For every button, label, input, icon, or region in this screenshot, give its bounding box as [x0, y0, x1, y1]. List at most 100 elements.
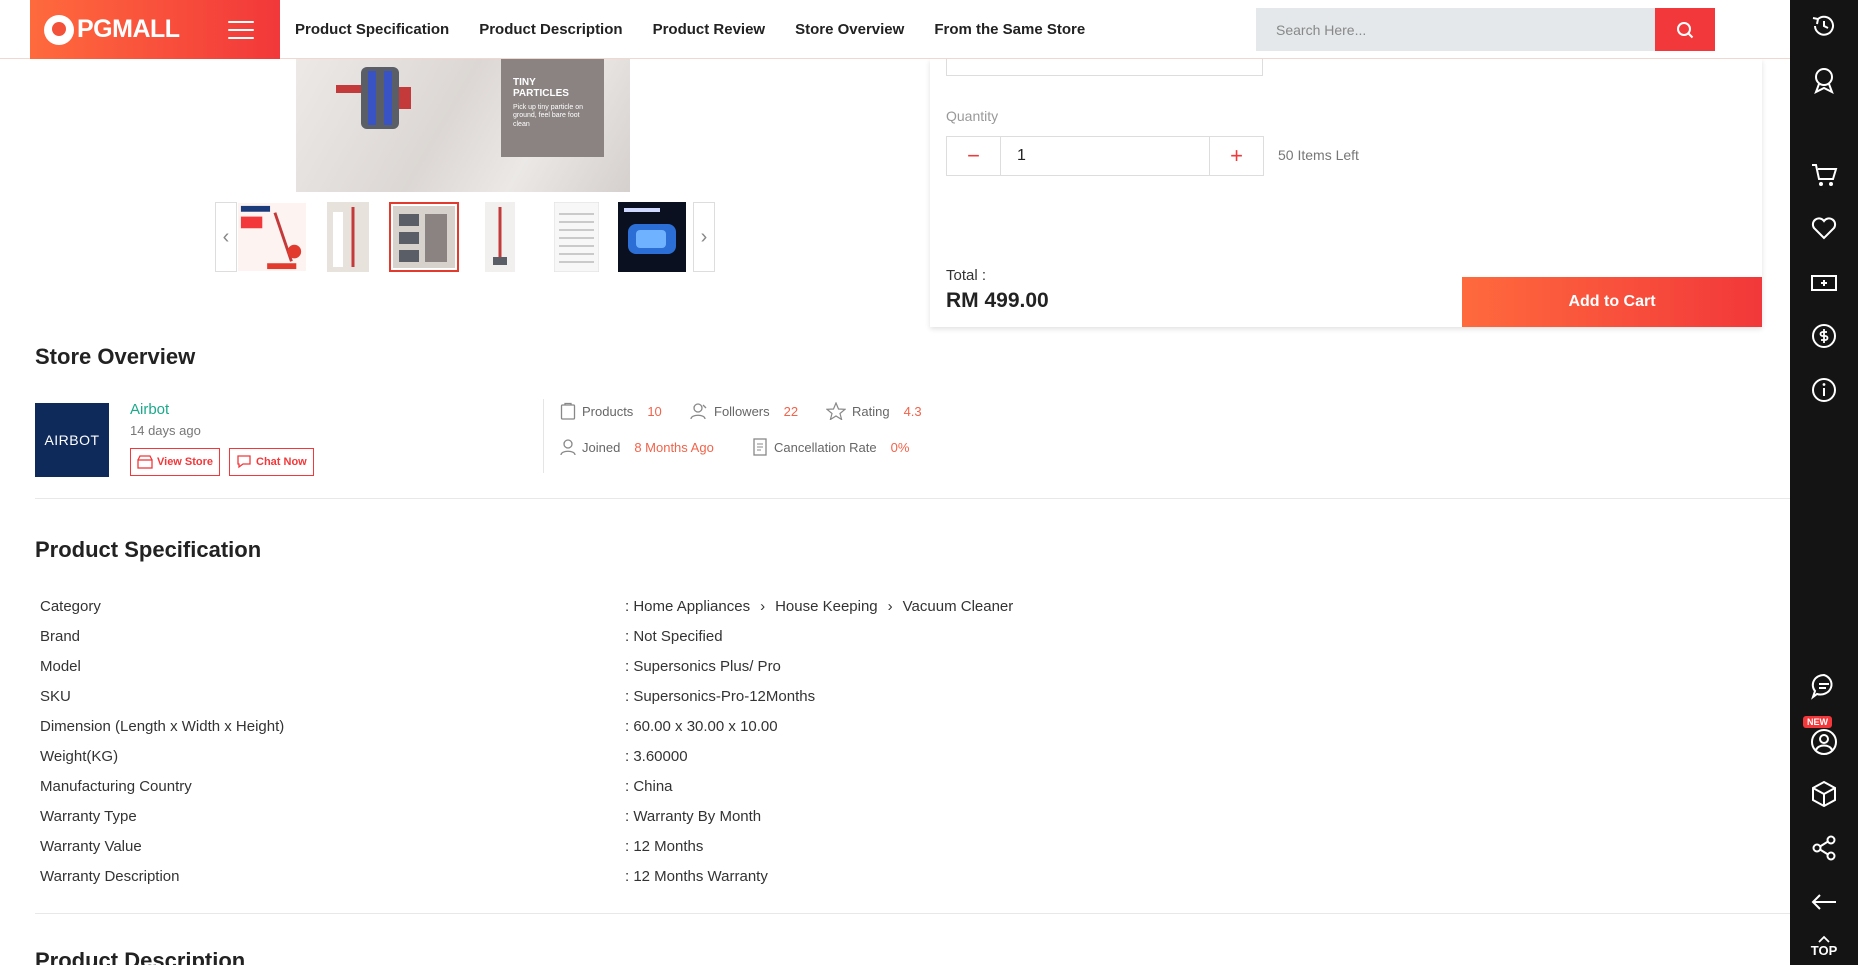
- thumbnail-image: [327, 202, 369, 272]
- spec-row: Warranty Description : 12 Months Warrant…: [40, 868, 1440, 888]
- logo-mark-icon: [44, 14, 74, 45]
- stat-joined: Joined 8 Months Ago: [560, 438, 714, 456]
- spec-value: : Warranty By Month: [625, 808, 762, 825]
- search-input[interactable]: [1256, 8, 1655, 51]
- spec-value: : Supersonics-Pro-12Months: [625, 688, 816, 705]
- store-name-link[interactable]: Airbot: [130, 401, 169, 418]
- chat-now-label: Chat Now: [256, 456, 307, 468]
- chevron-up-icon: [1818, 935, 1830, 943]
- nav-product-specification[interactable]: Product Specification: [295, 21, 449, 38]
- cart-icon[interactable]: [1808, 159, 1840, 191]
- spec-key: Warranty Value: [40, 838, 142, 855]
- spec-key: Warranty Description: [40, 868, 180, 885]
- variant-select[interactable]: [946, 59, 1263, 76]
- spec-key: Category: [40, 598, 101, 615]
- spec-value: : Not Specified: [625, 628, 723, 645]
- category-link[interactable]: Vacuum Cleaner: [903, 598, 1014, 615]
- store-overview-title: Store Overview: [35, 344, 196, 369]
- thumbnail[interactable]: [313, 202, 383, 272]
- heart-icon[interactable]: [1808, 212, 1840, 244]
- view-store-button[interactable]: View Store: [130, 448, 221, 476]
- category-breadcrumb: : Home Appliances › House Keeping › Vacuum C…: [625, 598, 1014, 615]
- spec-value: : 60.00 x 30.00 x 10.00: [625, 718, 778, 735]
- search-button[interactable]: [1655, 8, 1715, 51]
- pgmall-logo[interactable]: PGMALL: [30, 0, 280, 59]
- account-icon[interactable]: [1808, 726, 1840, 758]
- category-link[interactable]: House Keeping: [775, 598, 878, 615]
- spec-key: Dimension (Length x Width x Height): [40, 718, 285, 735]
- caption-title: TINY PARTICLES: [513, 77, 569, 99]
- thumbnail[interactable]: [465, 202, 535, 272]
- stat-rating: Rating 4.3: [826, 402, 922, 420]
- joined-label: Joined: [582, 439, 621, 455]
- rating-value: 4.3: [903, 403, 922, 419]
- store-logo[interactable]: AIRBOT: [35, 403, 109, 477]
- nav-product-review[interactable]: Product Review: [653, 21, 766, 38]
- thumbnail[interactable]: [541, 202, 611, 272]
- chevron-right-icon: ›: [760, 598, 766, 615]
- logo-text: PGMALL: [77, 15, 180, 43]
- quantity-label: Quantity: [946, 108, 999, 124]
- followers-label: Followers: [714, 403, 770, 419]
- spec-row: Warranty Value : 12 Months: [40, 838, 1440, 858]
- spec-row: SKU : Supersonics-Pro-12Months: [40, 688, 1440, 708]
- award-icon[interactable]: [1808, 64, 1840, 96]
- thumbnail[interactable]: [237, 202, 307, 272]
- spec-row: Weight(KG) : 3.60000: [40, 748, 1440, 768]
- followers-value: 22: [783, 403, 799, 419]
- back-arrow-icon[interactable]: [1808, 886, 1840, 918]
- thumbnail-image: [393, 206, 455, 268]
- rating-label: Rating: [852, 403, 890, 419]
- thumbnail-image: [485, 202, 515, 272]
- stat-products: Products 10: [560, 402, 662, 420]
- product-description-title: Product Description: [35, 948, 246, 965]
- followers-icon: [690, 403, 707, 420]
- caption-text: Pick up tiny particle on ground, feel ba…: [513, 104, 584, 128]
- section-nav: Product Specification Product Descriptio…: [295, 0, 1085, 59]
- nav-store-overview[interactable]: Store Overview: [795, 21, 904, 38]
- quantity-increase-button[interactable]: +: [1209, 137, 1263, 175]
- products-icon: [560, 402, 576, 420]
- total-label: Total :: [946, 267, 987, 284]
- spec-key: SKU: [40, 688, 71, 705]
- quantity-input[interactable]: 1: [1001, 137, 1209, 175]
- caption-box: TINY PARTICLES Pick up tiny particle on …: [501, 59, 604, 157]
- thumbnail[interactable]: [617, 202, 687, 272]
- products-label: Products: [582, 403, 634, 419]
- coin-icon[interactable]: [1808, 320, 1840, 352]
- chevron-right-icon: ›: [700, 225, 708, 248]
- box-icon[interactable]: [1808, 778, 1840, 810]
- right-sidebar: NEW TOP: [1790, 0, 1858, 965]
- spec-row: Dimension (Length x Width x Height) : 60…: [40, 718, 1440, 738]
- voucher-icon[interactable]: [1808, 267, 1840, 299]
- share-icon[interactable]: [1808, 832, 1840, 864]
- category-link[interactable]: Home Appliances: [633, 598, 750, 615]
- back-to-top-button[interactable]: TOP: [1790, 929, 1858, 965]
- section-divider: [35, 498, 1790, 499]
- nav-from-same-store[interactable]: From the Same Store: [934, 21, 1085, 38]
- info-icon[interactable]: [1808, 374, 1840, 406]
- products-value: 10: [647, 403, 662, 419]
- menu-icon[interactable]: [228, 21, 254, 39]
- chevron-right-icon: ›: [887, 598, 893, 615]
- quantity-decrease-button[interactable]: −: [947, 137, 1001, 175]
- chat-icon[interactable]: [1808, 670, 1840, 702]
- spec-value: : China: [625, 778, 673, 795]
- chat-now-button[interactable]: Chat Now: [229, 448, 314, 476]
- nav-product-description[interactable]: Product Description: [479, 21, 622, 38]
- quantity-stepper: − 1 +: [946, 136, 1264, 176]
- thumb-next-button[interactable]: ›: [693, 202, 715, 272]
- spec-key: Warranty Type: [40, 808, 137, 825]
- vacuum-head-image: [336, 67, 411, 129]
- thumb-prev-button[interactable]: ‹: [215, 202, 237, 272]
- store-divider: [543, 399, 544, 473]
- product-main-image[interactable]: TINY PARTICLES Pick up tiny particle on …: [296, 59, 630, 192]
- thumbnail-selected[interactable]: [389, 202, 459, 272]
- star-icon: [826, 402, 846, 420]
- total-price: RM 499.00: [946, 289, 1049, 312]
- stock-text: 50 Items Left: [1278, 147, 1359, 163]
- spec-value: : 3.60000: [625, 748, 688, 765]
- add-to-cart-button[interactable]: Add to Cart: [1462, 277, 1762, 327]
- document-icon: [753, 438, 767, 456]
- history-icon[interactable]: [1808, 10, 1840, 42]
